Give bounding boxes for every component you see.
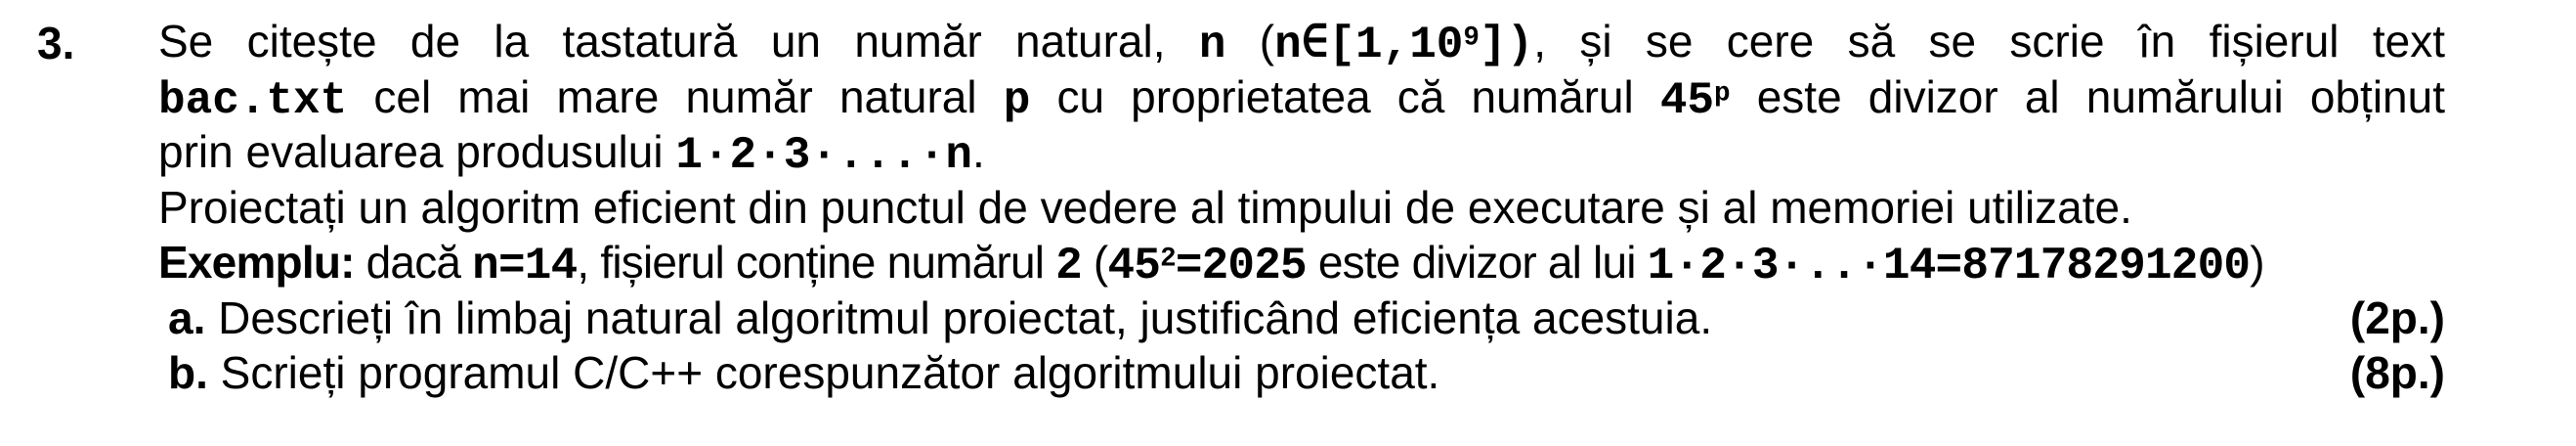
subtask-b-letter: b. xyxy=(168,347,208,398)
domain-start: n∈[1,10 xyxy=(1274,20,1464,70)
domain-expression: n∈[1,109]) xyxy=(1274,20,1533,70)
problem-number: 3. xyxy=(37,18,75,68)
power-exponent: p xyxy=(1714,78,1731,110)
statement-text: ( xyxy=(1225,16,1275,67)
subtask-a-text: a. Descrieți în limbaj natural algoritmu… xyxy=(168,290,1712,346)
subtask-a-description: Descrieți în limbaj natural algoritmul p… xyxy=(205,291,1713,343)
domain-end: ]) xyxy=(1479,20,1534,70)
subtask-a-points: (2p.) xyxy=(2349,291,2445,343)
statement-line-2: bac.txt cel mai mare număr natural p cu … xyxy=(158,69,2445,126)
example-text: dacă xyxy=(354,237,473,288)
variable-n: n xyxy=(1198,20,1226,70)
example-text: ( xyxy=(1081,237,1108,288)
example-power: 452=2025 xyxy=(1107,241,1308,291)
subtask-a-letter: a. xyxy=(168,291,206,343)
problem-statement: Se citește de la tastatură un număr natu… xyxy=(158,14,2445,401)
statement-text: prin evaluarea produsului xyxy=(158,126,676,177)
example-label: Exemplu: xyxy=(158,237,355,288)
variable-p: p xyxy=(1003,74,1031,126)
power-base: 45 xyxy=(1659,74,1715,126)
example-power-value: =2025 xyxy=(1175,241,1308,291)
example-result: 2 xyxy=(1055,241,1083,291)
example-product: 1·2·3·..·14=87178291200 xyxy=(1647,241,2251,291)
statement-text: , și se cere să se scrie în fișierul tex… xyxy=(1533,16,2445,67)
power-expression: 45p xyxy=(1660,75,1731,126)
subtask-b-points: (8p.) xyxy=(2349,347,2445,398)
statement-text: cel mai mare număr natural xyxy=(347,70,1004,122)
example-power-base: 45 xyxy=(1107,241,1161,291)
example-text: este divizor al lui xyxy=(1306,237,1648,288)
subtask-b-description: Scrieți programul C/C++ corespunzător al… xyxy=(207,347,1440,398)
statement-text: . xyxy=(972,126,985,177)
statement-text: este divizor al numărului obținut xyxy=(1730,70,2445,122)
statement-text: cu proprietatea că numărul xyxy=(1030,70,1660,122)
subtask-b: b. Scrieți programul C/C++ corespunzător… xyxy=(158,345,2445,401)
example-line: Exemplu: dacă n=14, fișierul conține num… xyxy=(158,235,2445,291)
example-power-exponent: 2 xyxy=(1160,244,1177,275)
statement-line-4: Proiectați un algoritm eficient din punc… xyxy=(158,181,2132,233)
domain-exponent: 9 xyxy=(1463,22,1480,54)
statement-line-3: prin evaluarea produsului 1·2·3·...·n. xyxy=(158,124,2445,181)
example-text: ) xyxy=(2250,237,2264,288)
subtask-b-text: b. Scrieți programul C/C++ corespunzător… xyxy=(168,345,1439,401)
statement-line-1: Se citește de la tastatură un număr natu… xyxy=(158,14,2445,70)
product-expression: 1·2·3·...·n xyxy=(675,130,972,181)
example-n: n=14 xyxy=(472,241,578,291)
example-text: , fișierul conține numărul xyxy=(577,237,1056,288)
subtask-a: a. Descrieți în limbaj natural algoritmu… xyxy=(158,290,2445,346)
statement-text: Se citește de la tastatură un număr natu… xyxy=(158,16,1199,67)
file-name: bac.txt xyxy=(158,74,348,126)
problem-3: 3. Se citește de la tastatură un număr n… xyxy=(0,0,2576,446)
